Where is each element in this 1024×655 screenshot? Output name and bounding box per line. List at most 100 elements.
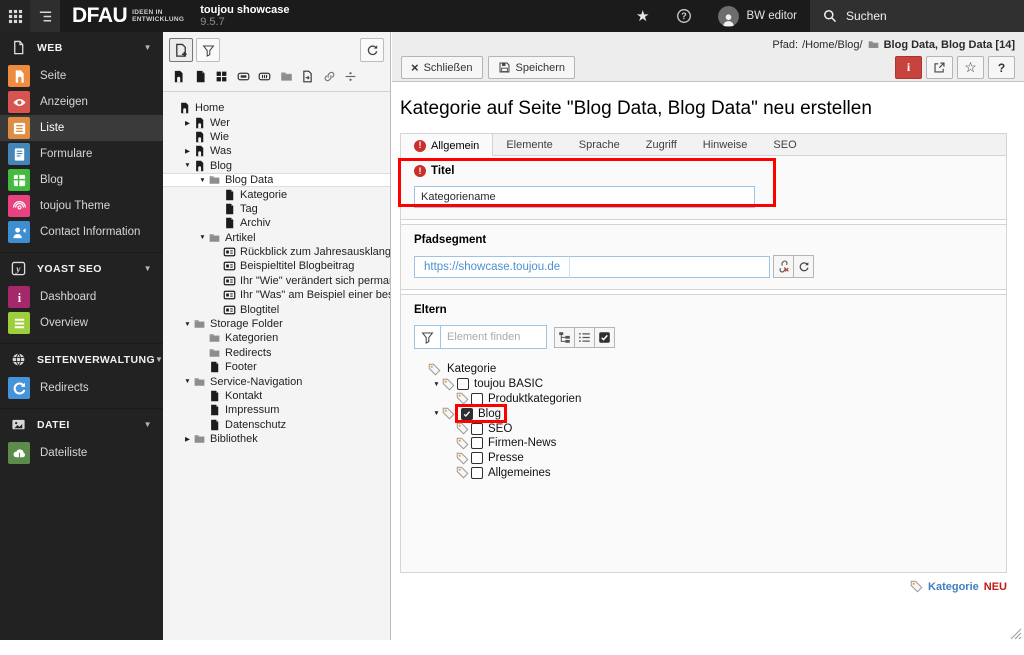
tree-node-wer[interactable]: ▶ Wer	[163, 115, 390, 129]
category-filter-input[interactable]	[441, 325, 547, 349]
sidebar-item-dateiliste[interactable]: Dateiliste	[0, 440, 163, 466]
banner2-drag-icon[interactable]	[258, 70, 271, 83]
module-section-header-yoast-seo[interactable]: y YOAST SEO ▼	[0, 253, 163, 284]
new-page-button[interactable]	[169, 38, 193, 62]
tree-node-artikel[interactable]: ▼ Artikel	[163, 231, 390, 245]
tree-node-beispieltitel-blogbeitrag[interactable]: Beispieltitel Blogbeitrag	[163, 259, 390, 273]
category-row-firmen-news[interactable]: Firmen-News	[414, 436, 993, 451]
tree-node-storage-folder[interactable]: ▼ Storage Folder	[163, 317, 390, 331]
module-menu-toggle-button[interactable]	[0, 0, 30, 32]
chain-drag-icon[interactable]	[323, 70, 336, 83]
tree-node-archiv[interactable]: Archiv	[163, 216, 390, 230]
tab-zugriff[interactable]: Zugriff	[633, 134, 690, 155]
checkbox-unchecked[interactable]	[471, 392, 483, 405]
tree-node-redirects[interactable]: Redirects	[163, 346, 390, 360]
record-title[interactable]: Blog Data, Blog Data [14]	[884, 39, 1015, 51]
collapse-tree-button[interactable]	[574, 326, 595, 348]
tree-node-blog-data[interactable]: ▼ Blog Data	[163, 172, 390, 188]
caret-closed-icon[interactable]: ▶	[182, 119, 193, 127]
tree-node-ihr-wie-ver-ndert-sich-permanent[interactable]: Ihr "Wie" verändert sich permanent	[163, 274, 390, 288]
category-row-allgemeines[interactable]: Allgemeines	[414, 466, 993, 481]
user-menu[interactable]: BW editor	[705, 0, 811, 32]
checkbox-unchecked[interactable]	[471, 466, 483, 479]
tree-node-wie[interactable]: Wie	[163, 130, 390, 144]
filter-pages-button[interactable]	[196, 38, 220, 62]
info-button[interactable]: i	[895, 56, 922, 79]
caret-open-icon[interactable]: ▼	[197, 177, 208, 184]
sidebar-item-seite[interactable]: Seite	[0, 63, 163, 89]
sidebar-item-contact-information[interactable]: Contact Information	[0, 219, 163, 245]
checkbox-unchecked[interactable]	[457, 378, 469, 391]
slug-toggle-button[interactable]	[773, 255, 795, 278]
caret-open-icon[interactable]: ▼	[182, 378, 193, 385]
tab-hinweise[interactable]: Hinweise	[690, 134, 761, 155]
slug-input[interactable]	[570, 255, 771, 278]
foldergray-drag-icon[interactable]	[280, 70, 293, 83]
sidebar-item-liste[interactable]: Liste	[0, 115, 163, 141]
pagedoor-drag-icon[interactable]	[172, 70, 185, 83]
open-in-new-window-button[interactable]	[926, 56, 953, 79]
brand-logo[interactable]: DFAU IDEEN IN ENTWICKLUNG	[60, 0, 184, 32]
category-row-blog[interactable]: ▼ Blog	[414, 404, 993, 424]
category-row-toujou-basic[interactable]: ▼ toujou BASIC	[414, 377, 993, 392]
bookmarks-button[interactable]: ★	[623, 0, 662, 32]
record-help-button[interactable]: ?	[988, 56, 1015, 79]
tree-node-ihr-was-am-beispiel-einer-bestimm[interactable]: Ihr "Was" am Beispiel einer bestimm	[163, 288, 390, 302]
tree-node-tag[interactable]: Tag	[163, 202, 390, 216]
sidebar-item-anzeigen[interactable]: Anzeigen	[0, 89, 163, 115]
search-bar[interactable]: Suchen	[810, 0, 1024, 32]
tree-node-r-ckblick-zum-jahresausklangsever[interactable]: Rückblick zum Jahresausklangsever	[163, 245, 390, 259]
slug-recalculate-button[interactable]	[793, 255, 815, 278]
tree-node-was[interactable]: ▶ Was	[163, 144, 390, 158]
refresh-tree-button[interactable]	[360, 38, 384, 62]
caret-open-icon[interactable]: ▼	[182, 162, 193, 169]
titel-input[interactable]	[414, 186, 755, 208]
checkbox-unchecked[interactable]	[471, 422, 483, 435]
checkbox-unchecked[interactable]	[471, 452, 483, 465]
tree-node-blog[interactable]: ▼ Blog	[163, 159, 390, 173]
bookmark-record-button[interactable]: ☆	[957, 56, 984, 79]
tree-node-kategorie[interactable]: Kategorie	[163, 187, 390, 201]
toggle-checkboxes-button[interactable]	[594, 326, 615, 348]
tree-node-footer[interactable]: Footer	[163, 360, 390, 374]
tree-node-service-navigation[interactable]: ▼ Service-Navigation	[163, 374, 390, 388]
category-row-seo[interactable]: SEO	[414, 421, 993, 436]
dividericon-drag-icon[interactable]	[344, 70, 357, 83]
category-filter-button[interactable]	[414, 325, 441, 349]
checkbox-unchecked[interactable]	[471, 437, 483, 450]
category-row-kategorie[interactable]: Kategorie	[414, 362, 993, 377]
tab-elemente[interactable]: Elemente	[493, 134, 565, 155]
caret-open-icon[interactable]: ▼	[431, 410, 442, 417]
page-tree-toggle-button[interactable]	[30, 0, 60, 32]
checkbox-checked[interactable]	[461, 407, 473, 420]
tree-node-blogtitel[interactable]: Blogtitel	[163, 302, 390, 316]
caret-closed-icon[interactable]: ▶	[182, 147, 193, 155]
caret-open-icon[interactable]: ▼	[182, 321, 193, 328]
sidebar-item-toujou-theme[interactable]: toujou Theme	[0, 193, 163, 219]
expand-tree-button[interactable]	[554, 326, 575, 348]
pageblank-drag-icon[interactable]	[194, 70, 207, 83]
resize-grip[interactable]	[1010, 627, 1022, 640]
module-section-header-seitenverwaltung[interactable]: SEITENVERWALTUNG ▼	[0, 344, 163, 375]
caret-open-icon[interactable]: ▼	[197, 234, 208, 241]
caret-closed-icon[interactable]: ▶	[182, 435, 193, 443]
sidebar-item-dashboard[interactable]: i Dashboard	[0, 284, 163, 310]
save-button[interactable]: Speichern	[487, 56, 576, 79]
category-row-presse[interactable]: Presse	[414, 451, 993, 466]
tab-seo[interactable]: SEO	[760, 134, 809, 155]
sidebar-item-blog[interactable]: Blog	[0, 167, 163, 193]
tree-node-bibliothek[interactable]: ▶ Bibliothek	[163, 432, 390, 446]
help-button[interactable]: ?	[663, 0, 705, 32]
module-section-header-web[interactable]: WEB ▼	[0, 32, 163, 63]
sidebar-item-formulare[interactable]: Formulare	[0, 141, 163, 167]
grid4dark-drag-icon[interactable]	[215, 70, 228, 83]
sidebar-item-overview[interactable]: Overview	[0, 310, 163, 336]
pagearrow-drag-icon[interactable]	[301, 70, 314, 83]
tree-node-datenschutz[interactable]: Datenschutz	[163, 418, 390, 432]
tree-node-kategorien[interactable]: Kategorien	[163, 331, 390, 345]
banner-drag-icon[interactable]	[237, 70, 250, 83]
caret-open-icon[interactable]: ▼	[431, 381, 442, 388]
tree-node-impressum[interactable]: Impressum	[163, 403, 390, 417]
close-button[interactable]: × Schließen	[401, 56, 483, 79]
tree-node-kontakt[interactable]: Kontakt	[163, 389, 390, 403]
